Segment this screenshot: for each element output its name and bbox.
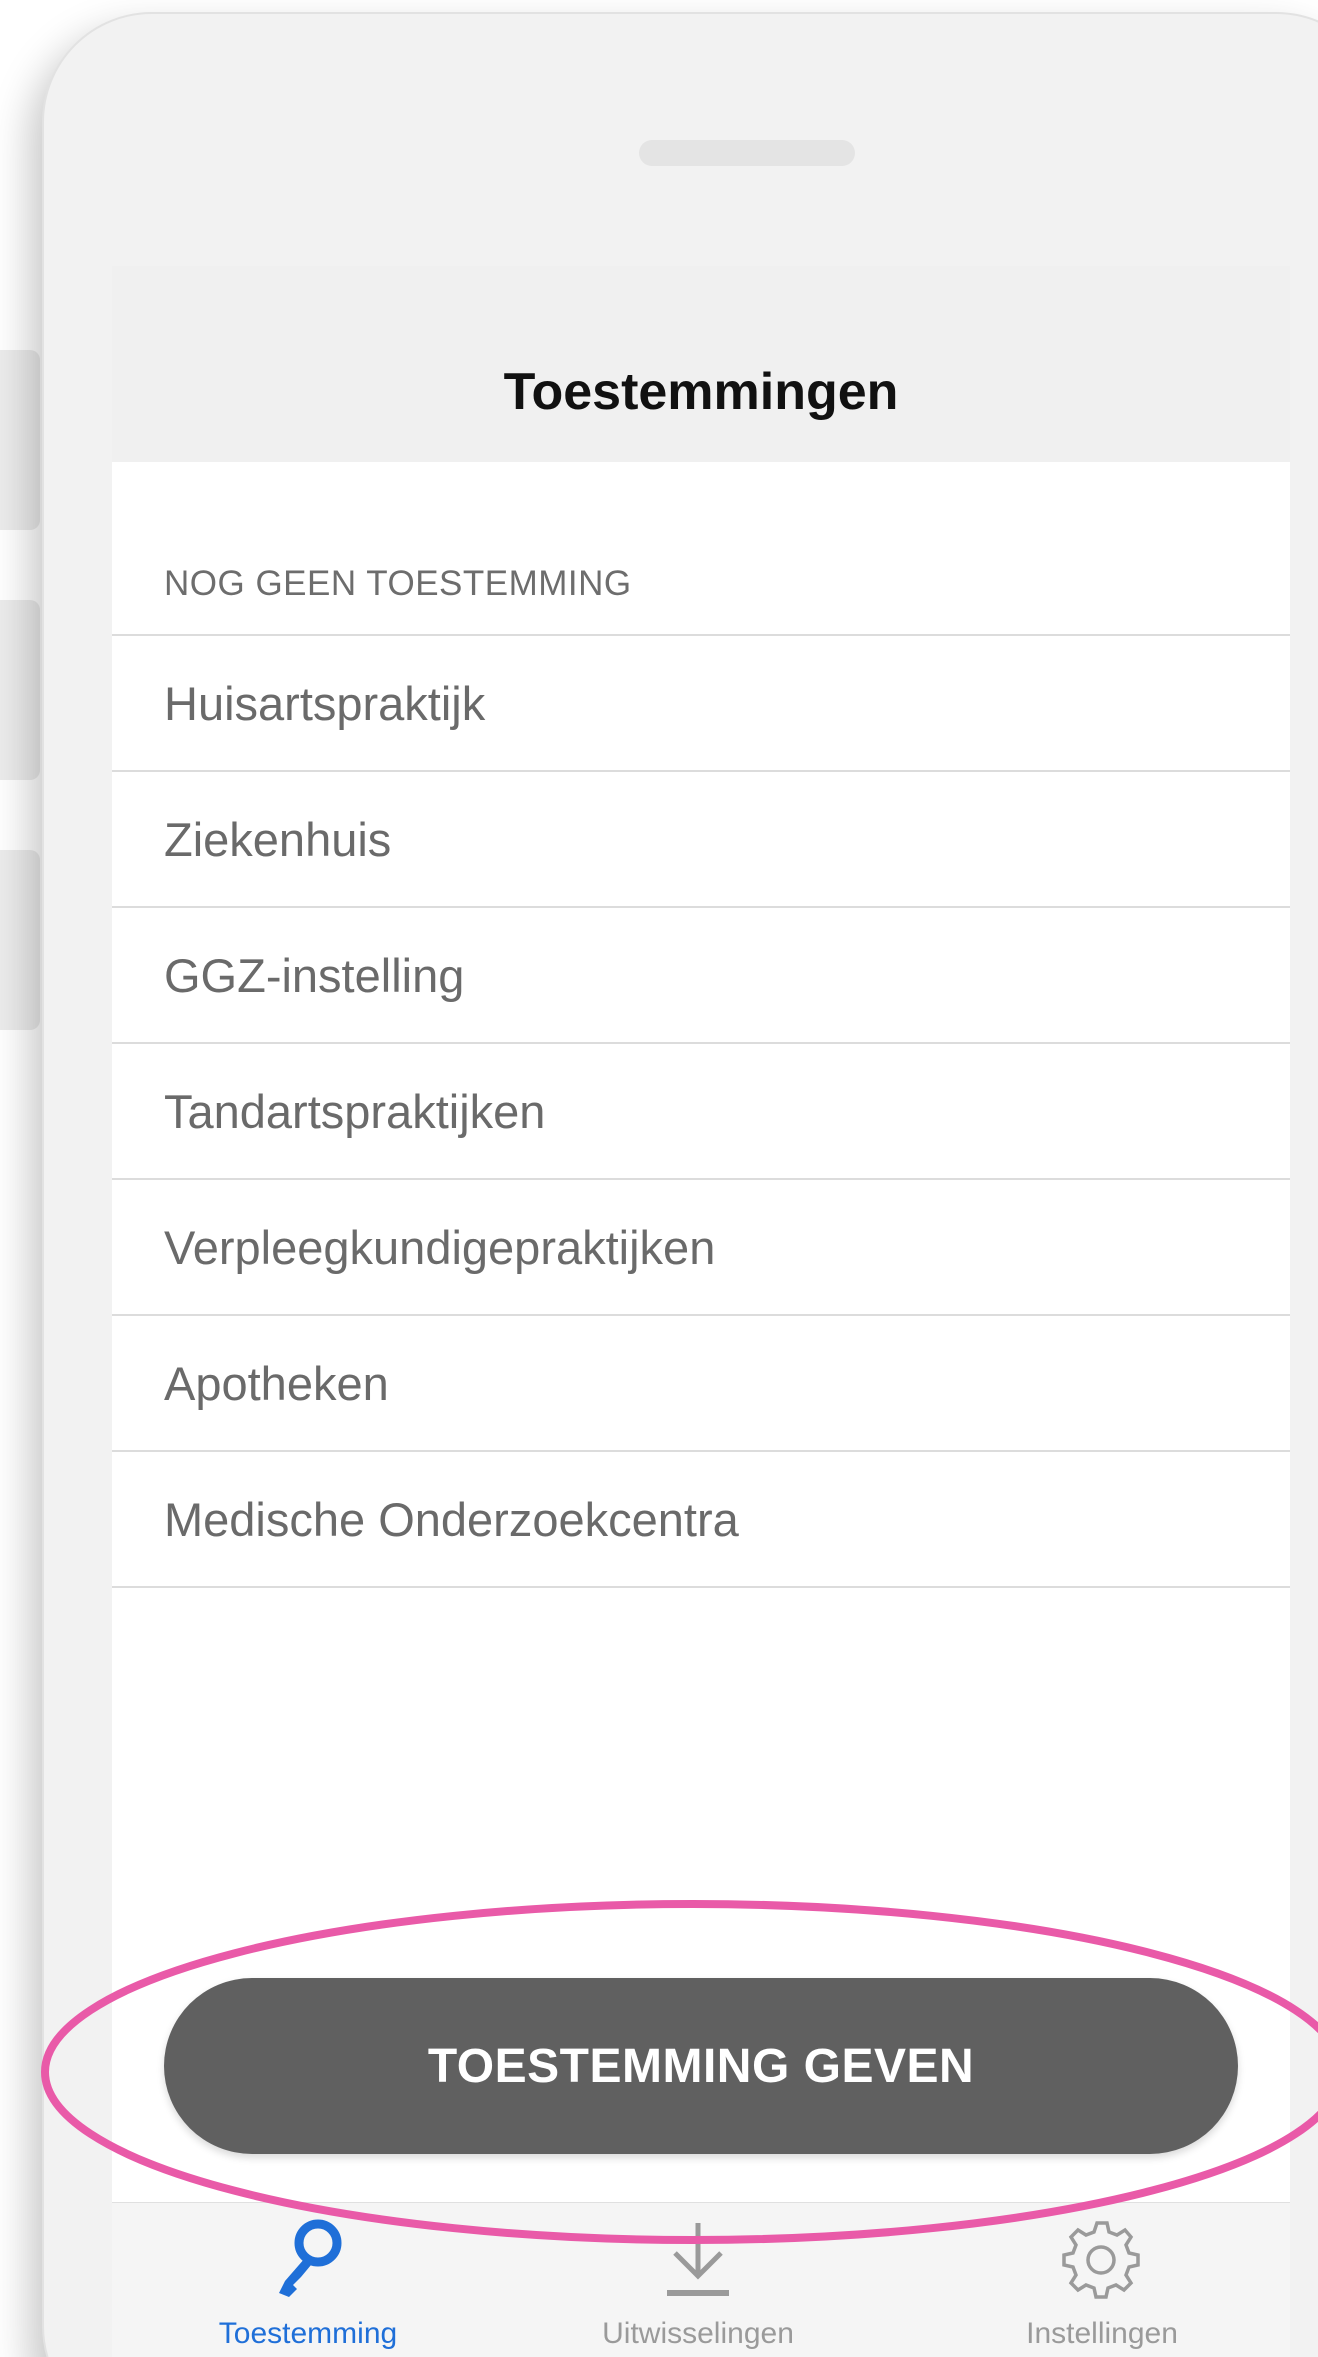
app-screen: Toestemmingen NOG GEEN TOESTEMMING Huisa… (112, 266, 1290, 2357)
gear-icon (1062, 2221, 1140, 2299)
tab-bar: Toestemming Uitwisselingen Instellingen (112, 2202, 1290, 2357)
list-item-verpleegkundigepraktijken[interactable]: Verpleegkundigepraktijken (112, 1180, 1290, 1316)
tab-instellingen[interactable]: Instellingen (972, 2203, 1232, 2357)
tab-label: Toestemming (218, 2317, 398, 2350)
download-icon (667, 2223, 729, 2296)
page-title: Toestemmingen (503, 363, 899, 421)
background-side-tab (0, 350, 40, 530)
background-side-tab (0, 600, 40, 780)
phone-speaker (639, 140, 855, 166)
background-side-tab (0, 850, 40, 1030)
tab-label: Uitwisselingen (602, 2317, 794, 2350)
list-item-medische-onderzoekcentra[interactable]: Medische Onderzoekcentra (112, 1452, 1290, 1588)
list-item-apotheken[interactable]: Apotheken (112, 1316, 1290, 1452)
list-item-huisartspraktijk[interactable]: Huisartspraktijk (112, 636, 1290, 772)
organization-list: Huisartspraktijk Ziekenhuis GGZ-instelli… (112, 634, 1290, 1588)
tab-label: Instellingen (1026, 2317, 1178, 2350)
give-consent-button[interactable]: TOESTEMMING GEVEN (164, 1978, 1238, 2154)
list-item-ziekenhuis[interactable]: Ziekenhuis (112, 772, 1290, 908)
tab-toestemming[interactable]: Toestemming (178, 2203, 438, 2357)
list-item-tandartspraktijken[interactable]: Tandartspraktijken (112, 1044, 1290, 1180)
list-item-ggz-instelling[interactable]: GGZ-instelling (112, 908, 1290, 1044)
key-icon (279, 2219, 342, 2297)
navigation-bar: Toestemmingen (112, 266, 1290, 462)
tab-uitwisselingen[interactable]: Uitwisselingen (568, 2203, 828, 2357)
screenshot-stage: Toestemmingen NOG GEEN TOESTEMMING Huisa… (0, 0, 1318, 2357)
section-header: NOG GEEN TOESTEMMING (164, 564, 632, 603)
